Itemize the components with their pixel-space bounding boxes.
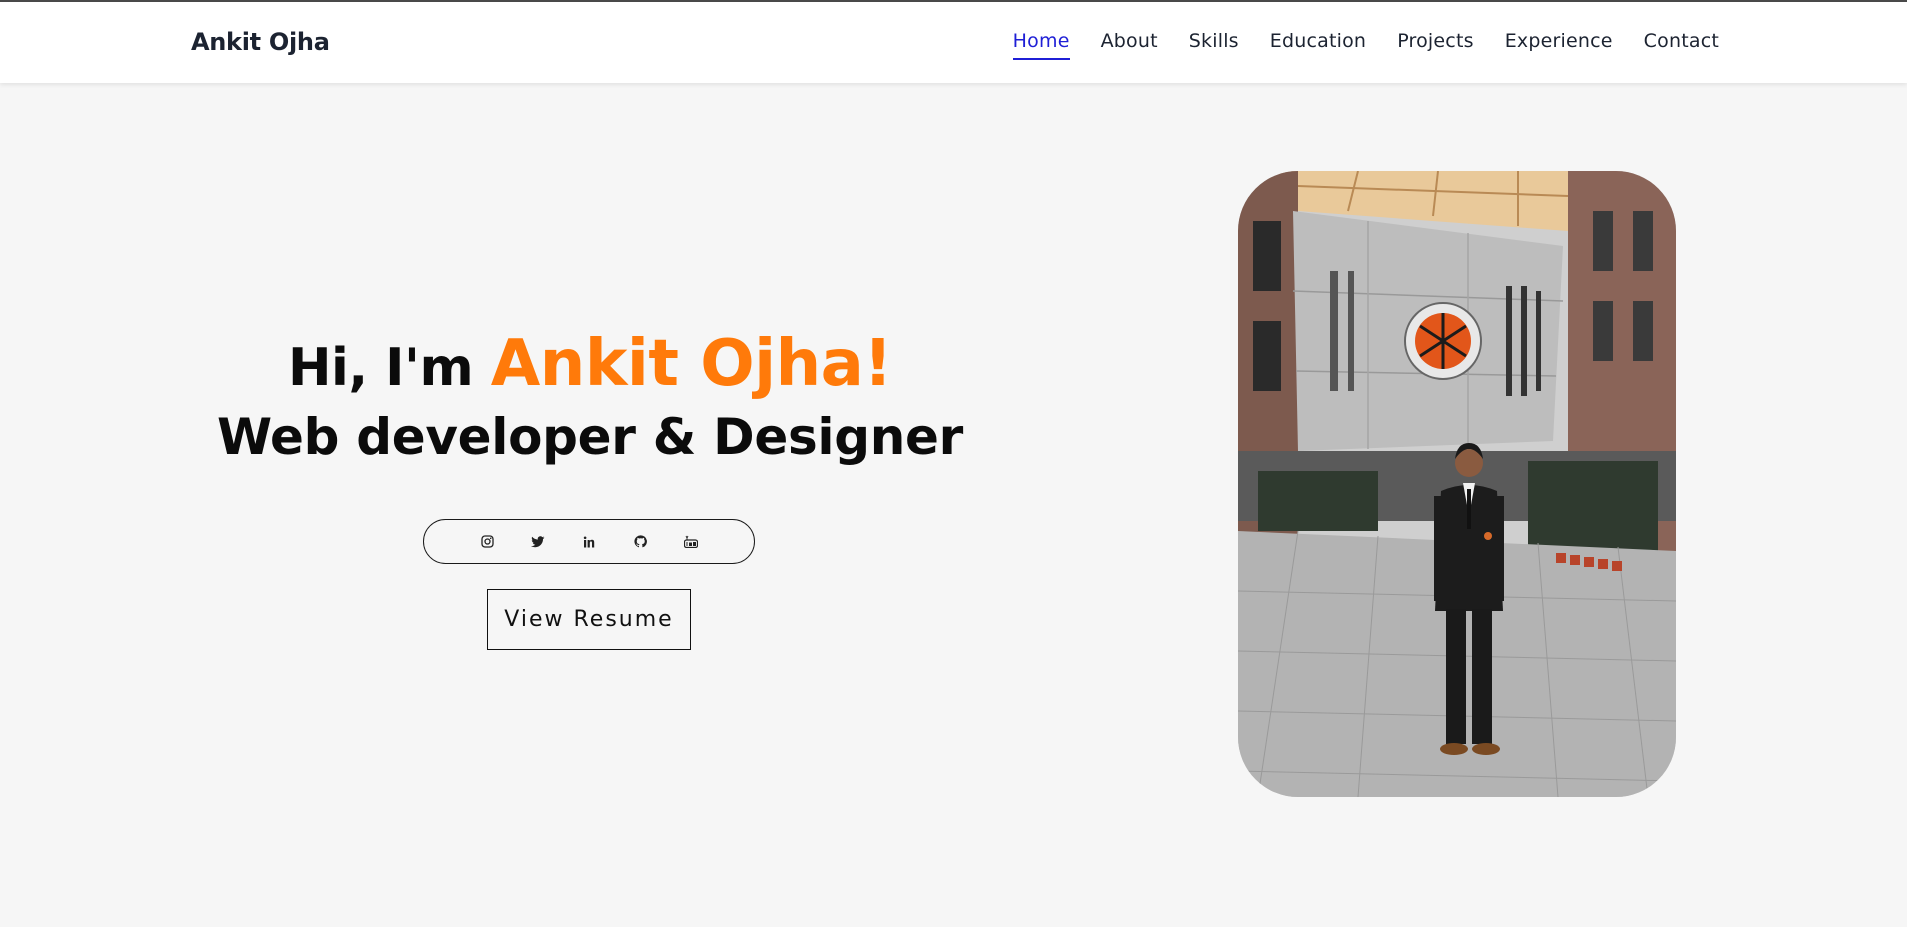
- hero-greeting-line: Hi, I'm Ankit Ojha!: [190, 325, 990, 407]
- nav-menu: Home About Skills Education Projects Exp…: [1012, 30, 1719, 60]
- hero-name: Ankit Ojha!: [490, 327, 893, 401]
- hero-text: Hi, I'm Ankit Ojha! Web developer & Desi…: [190, 325, 990, 473]
- brand-logo[interactable]: Ankit Ojha: [191, 28, 330, 56]
- nav-contact[interactable]: Contact: [1644, 30, 1719, 60]
- nav-projects[interactable]: Projects: [1397, 30, 1474, 60]
- nav-skills[interactable]: Skills: [1189, 30, 1239, 60]
- nav-home[interactable]: Home: [1012, 30, 1070, 60]
- view-resume-button[interactable]: View Resume: [487, 589, 691, 650]
- profile-photo: [1238, 171, 1676, 797]
- nav-experience[interactable]: Experience: [1505, 30, 1613, 60]
- nav-education[interactable]: Education: [1270, 30, 1366, 60]
- twitter-icon[interactable]: [530, 534, 546, 550]
- linkedin-icon[interactable]: [581, 534, 597, 550]
- nav-about[interactable]: About: [1101, 30, 1158, 60]
- hero-greeting: Hi, I'm: [287, 338, 474, 398]
- github-icon[interactable]: [632, 534, 648, 550]
- navbar: Ankit Ojha Home About Skills Education P…: [0, 2, 1907, 83]
- youtube-icon[interactable]: [683, 534, 699, 550]
- hero-tagline: Web developer & Designer: [216, 408, 964, 466]
- instagram-icon[interactable]: [479, 534, 495, 550]
- social-links: [423, 519, 755, 564]
